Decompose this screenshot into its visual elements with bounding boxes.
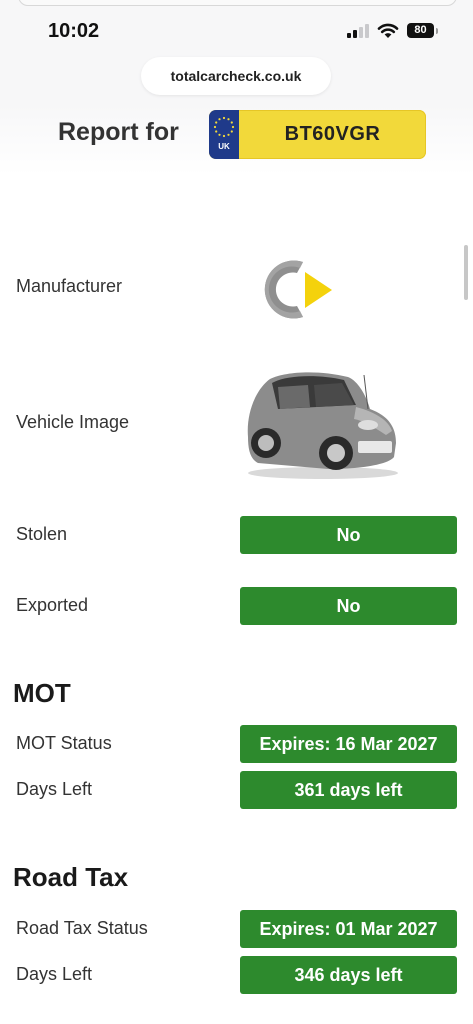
vehicle-image-label: Vehicle Image: [16, 412, 130, 432]
eu-stars-icon: [213, 116, 235, 138]
manufacturer-label: Manufacturer: [16, 276, 123, 296]
plate-country-band: UK: [209, 110, 239, 159]
mot-status-badge: Expires: 16 Mar 2027: [240, 725, 457, 763]
smart-logo-icon: [255, 252, 335, 327]
wifi-icon: [377, 22, 399, 40]
road-tax-heading: Road Tax: [13, 862, 129, 892]
battery-cap: [436, 28, 438, 34]
registration-plate: UK BT60VGR: [209, 110, 426, 159]
status-bar: 10:02 80: [0, 0, 473, 60]
road-tax-status-label: Road Tax Status: [16, 918, 148, 938]
stolen-status-badge: No: [240, 516, 457, 554]
url-bar[interactable]: totalcarcheck.co.uk: [141, 57, 331, 95]
exported-status-badge: No: [240, 587, 457, 625]
exported-label: Exported: [16, 595, 89, 615]
signal-icon: [347, 24, 371, 38]
scrollbar[interactable]: [464, 245, 468, 300]
mot-status-label: MOT Status: [16, 733, 112, 753]
mot-heading: MOT: [13, 678, 71, 708]
page-title: Report for: [58, 118, 179, 146]
stolen-label: Stolen: [16, 524, 68, 544]
plate-country-code: UK: [218, 142, 230, 151]
battery-icon: 80: [407, 23, 434, 38]
mot-days-left-label: Days Left: [16, 779, 93, 799]
status-time: 10:02: [48, 20, 100, 42]
road-tax-days-left-label: Days Left: [16, 964, 93, 984]
registration-number: BT60VGR: [284, 123, 381, 145]
road-tax-days-left-badge: 346 days left: [240, 956, 457, 994]
road-tax-status-badge: Expires: 01 Mar 2027: [240, 910, 457, 948]
vehicle-image: [238, 365, 403, 483]
mot-days-left-badge: 361 days left: [240, 771, 457, 809]
